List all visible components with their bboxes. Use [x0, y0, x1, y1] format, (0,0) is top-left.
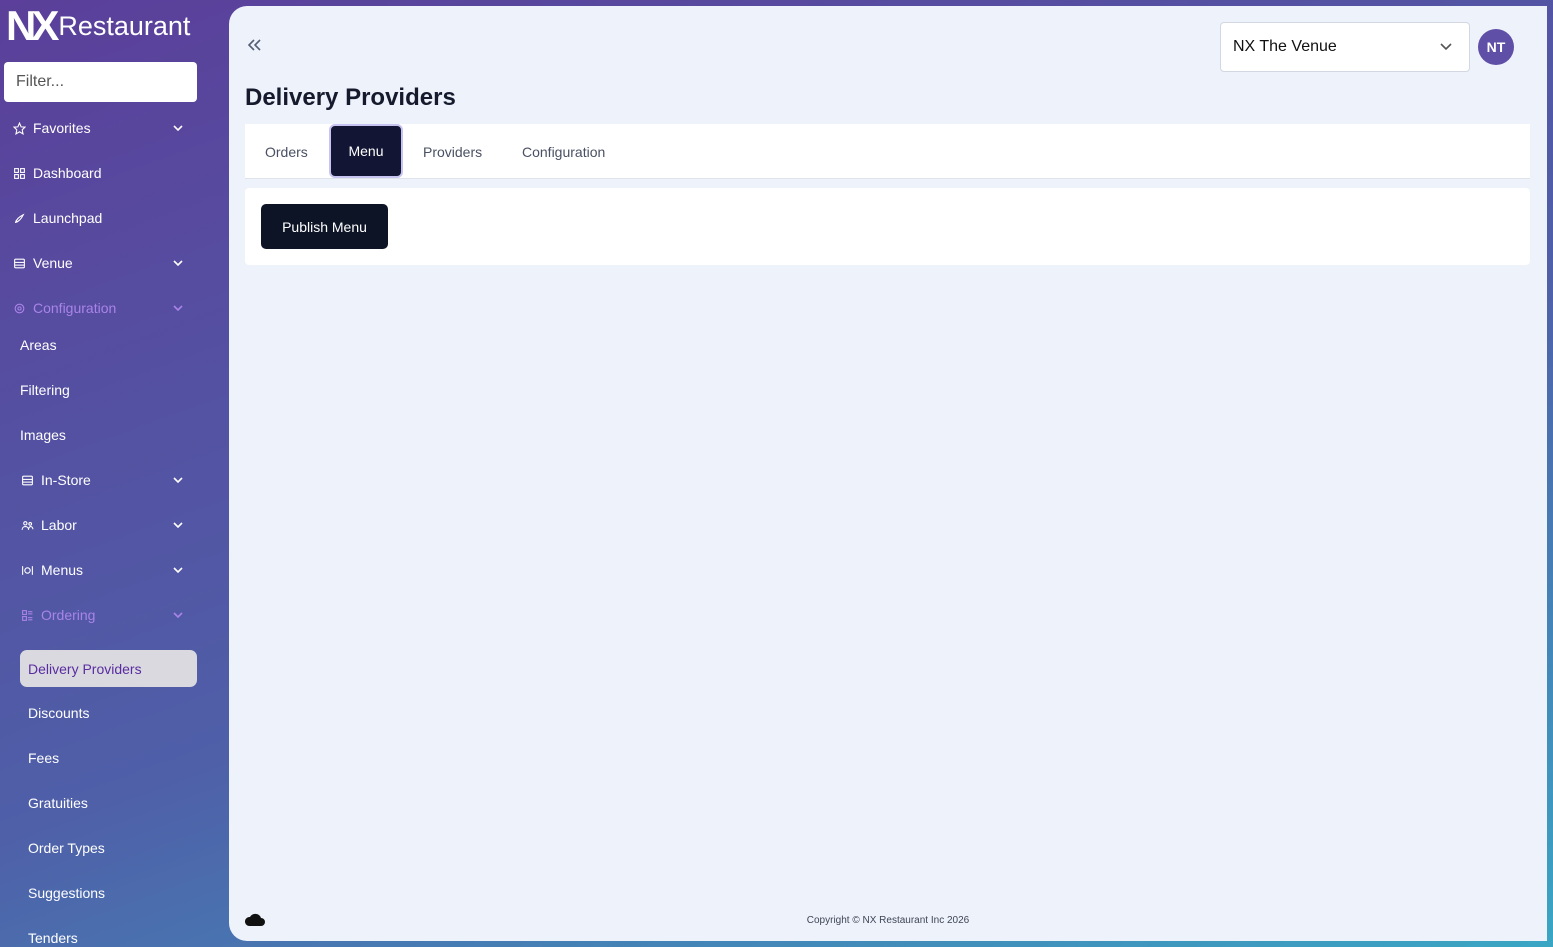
sidebar-item-label: Labor	[41, 517, 77, 533]
venue-select-value: NX The Venue	[1233, 38, 1337, 55]
sidebar-item-filtering[interactable]: Filtering	[20, 372, 70, 408]
dashboard-icon	[12, 166, 26, 180]
user-avatar[interactable]: NT	[1478, 29, 1514, 65]
page-title: Delivery Providers	[245, 84, 456, 111]
venue-select[interactable]: NX The Venue	[1220, 22, 1470, 72]
chevron-down-icon	[172, 302, 184, 314]
tab-configuration[interactable]: Configuration	[522, 124, 605, 179]
publish-menu-button[interactable]: Publish Menu	[261, 204, 388, 249]
gear-icon	[12, 301, 26, 315]
rocket-icon	[12, 211, 26, 225]
chevron-down-icon	[172, 257, 184, 269]
collapse-sidebar-button[interactable]	[245, 36, 263, 54]
sidebar: NX Restaurant Favorites Dashboard Launch…	[0, 0, 229, 947]
plate-utensils-icon	[20, 563, 34, 577]
sidebar-item-label: Venue	[33, 255, 73, 271]
sidebar-item-delivery-providers[interactable]: Delivery Providers	[20, 650, 197, 687]
store-icon	[12, 256, 26, 270]
sidebar-item-label: Dashboard	[33, 165, 102, 181]
chevron-down-icon	[172, 519, 184, 531]
sidebar-item-discounts[interactable]: Discounts	[28, 695, 89, 731]
sidebar-item-configuration[interactable]: Configuration	[0, 290, 229, 326]
sidebar-item-launchpad[interactable]: Launchpad	[0, 200, 229, 236]
double-chevron-left-icon	[247, 39, 261, 51]
sidebar-item-favorites[interactable]: Favorites	[0, 110, 229, 146]
app-logo[interactable]: NX Restaurant	[6, 2, 191, 49]
sidebar-item-menus[interactable]: Menus	[0, 552, 229, 588]
sidebar-item-venue[interactable]: Venue	[0, 245, 229, 281]
tab-menu[interactable]: Menu	[331, 126, 401, 176]
chevron-down-icon	[1440, 43, 1452, 51]
sidebar-item-ordering[interactable]: Ordering	[0, 597, 229, 633]
tab-orders[interactable]: Orders	[265, 124, 308, 179]
tab-providers[interactable]: Providers	[423, 124, 482, 179]
sidebar-item-label: Configuration	[33, 300, 117, 316]
logo-text: Restaurant	[58, 11, 191, 41]
sidebar-item-label: Ordering	[41, 607, 96, 623]
sidebar-item-gratuities[interactable]: Gratuities	[28, 785, 88, 821]
sidebar-filter-input[interactable]	[4, 62, 197, 102]
star-icon	[12, 121, 26, 135]
sidebar-item-in-store[interactable]: In-Store	[0, 462, 229, 498]
sidebar-item-labor[interactable]: Labor	[0, 507, 229, 543]
sidebar-item-areas[interactable]: Areas	[20, 327, 57, 363]
main-panel: NX The Venue NT Delivery Providers Order…	[229, 6, 1547, 941]
sidebar-item-order-types[interactable]: Order Types	[28, 830, 105, 866]
chevron-down-icon	[172, 609, 184, 621]
chevron-down-icon	[172, 474, 184, 486]
chevron-down-icon	[172, 564, 184, 576]
sidebar-item-label: In-Store	[41, 472, 91, 488]
sidebar-item-label: Favorites	[33, 120, 91, 136]
sidebar-item-fees[interactable]: Fees	[28, 740, 59, 776]
footer-copyright: Copyright © NX Restaurant Inc 2026	[806, 915, 970, 926]
tab-bar: Orders Menu Providers Configuration	[245, 124, 1530, 179]
ordering-icon	[20, 608, 34, 622]
store-icon	[20, 473, 34, 487]
sidebar-item-images[interactable]: Images	[20, 417, 66, 453]
menu-card: Publish Menu	[245, 188, 1530, 265]
users-icon	[20, 518, 34, 532]
sidebar-item-dashboard[interactable]: Dashboard	[0, 155, 229, 191]
sidebar-item-tenders[interactable]: Tenders	[28, 920, 78, 947]
sidebar-item-label: Menus	[41, 562, 84, 578]
sidebar-item-label: Launchpad	[33, 210, 103, 226]
chevron-down-icon	[172, 122, 184, 134]
logo-mark: NX	[6, 2, 59, 49]
sidebar-item-suggestions[interactable]: Suggestions	[28, 875, 105, 911]
